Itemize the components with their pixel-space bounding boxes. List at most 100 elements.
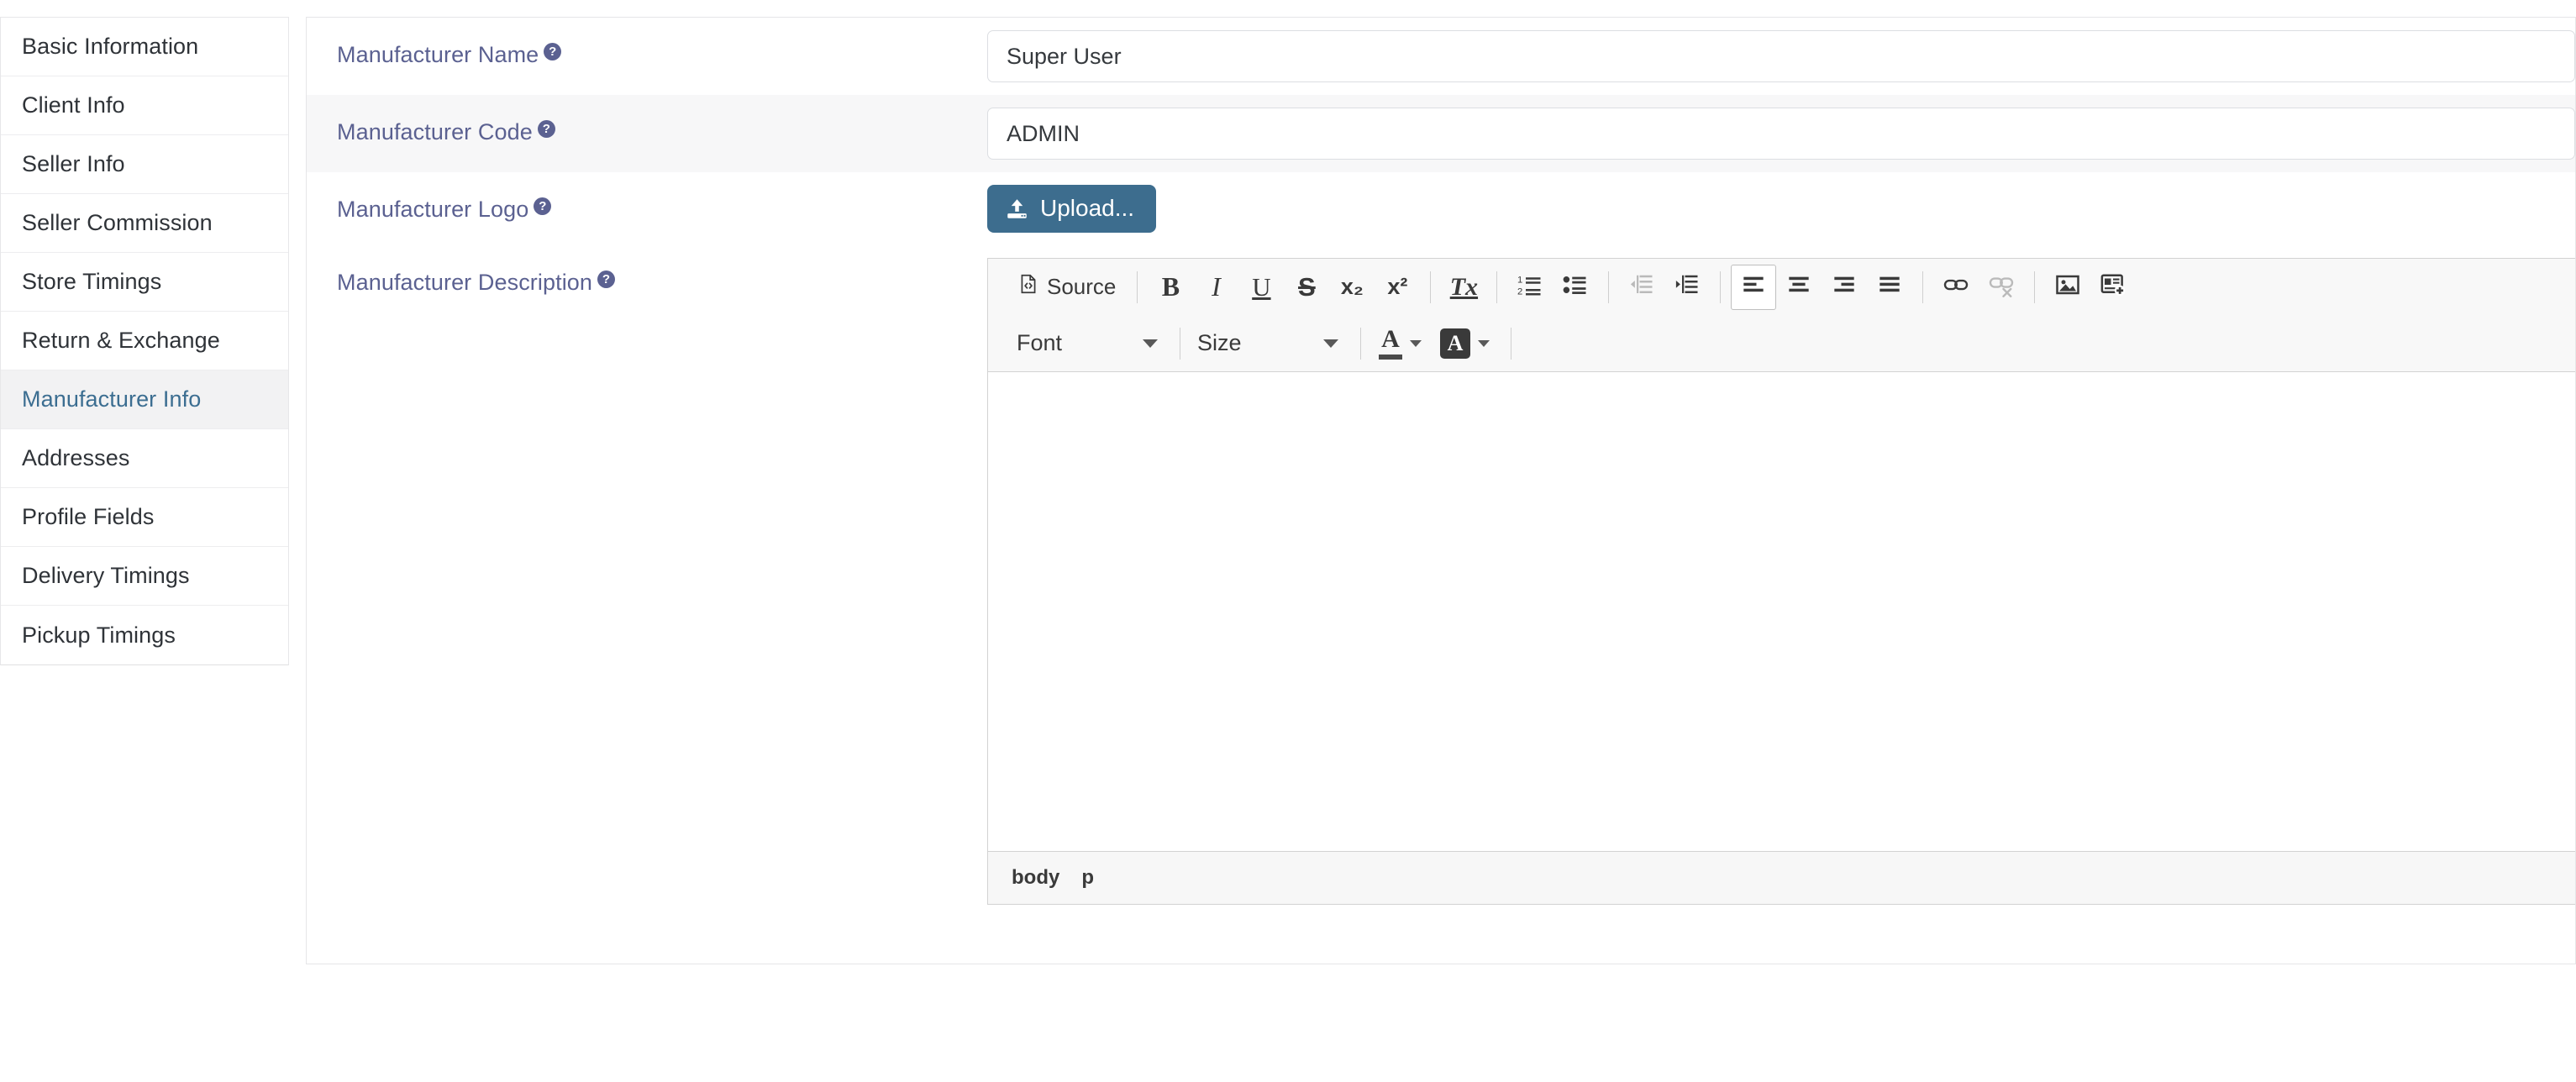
upload-icon	[1006, 197, 1028, 220]
toolbar-separator	[1496, 270, 1498, 303]
link-button[interactable]	[1933, 265, 1979, 310]
toolbar-separator	[1720, 270, 1722, 303]
source-icon	[1017, 273, 1039, 301]
upload-button[interactable]: Upload...	[987, 185, 1157, 233]
chevron-down-icon	[1143, 339, 1158, 348]
superscript-button[interactable]: x²	[1375, 265, 1420, 310]
template-button[interactable]	[2090, 265, 2136, 310]
align-right-button[interactable]	[1822, 265, 1867, 310]
element-path-body[interactable]: body	[1012, 866, 1059, 890]
sidebar-item-label: Store Timings	[22, 269, 162, 294]
form-row-manufacturer-description: Manufacturer Description? Source B I U S…	[307, 245, 2575, 917]
align-left-icon	[1742, 273, 1765, 301]
manufacturer-logo-label-text: Manufacturer Logo	[337, 197, 529, 222]
background-color-button[interactable]: A	[1433, 321, 1501, 366]
sidebar-item-label: Manufacturer Info	[22, 386, 202, 412]
align-justify-button[interactable]	[1867, 265, 1912, 310]
font-size-dropdown[interactable]: Size	[1191, 321, 1350, 366]
outdent-button[interactable]	[1619, 265, 1664, 310]
sidebar-item-profile-fields[interactable]: Profile Fields	[1, 488, 288, 547]
help-icon[interactable]: ?	[537, 120, 555, 138]
sidebar-item-client-info[interactable]: Client Info	[1, 76, 288, 135]
toolbar-separator	[1430, 270, 1432, 303]
manufacturer-name-label: Manufacturer Name?	[307, 18, 987, 68]
sidebar-list: Basic Information Client Info Seller Inf…	[0, 17, 289, 665]
svg-text:2: 2	[1517, 286, 1522, 297]
unlink-icon	[1989, 272, 2014, 302]
sidebar-item-return-and-exchange[interactable]: Return & Exchange	[1, 312, 288, 370]
sidebar-item-addresses[interactable]: Addresses	[1, 429, 288, 488]
manufacturer-code-input[interactable]	[987, 108, 2575, 160]
bold-button[interactable]: B	[1148, 265, 1193, 310]
main-content: Manufacturer Name? Manufacturer Code? Ma…	[289, 0, 2576, 964]
sidebar-item-label: Seller Info	[22, 151, 125, 176]
strikethrough-button[interactable]: S	[1284, 265, 1329, 310]
sidebar-item-pickup-timings[interactable]: Pickup Timings	[1, 606, 288, 664]
sidebar-item-label: Delivery Timings	[22, 563, 190, 588]
italic-button[interactable]: I	[1193, 265, 1238, 310]
manufacturer-description-label: Manufacturer Description?	[307, 245, 987, 296]
outdent-icon	[1629, 272, 1654, 302]
font-family-dropdown[interactable]: Font	[1010, 321, 1170, 366]
sidebar-item-store-timings[interactable]: Store Timings	[1, 253, 288, 312]
unlink-button[interactable]	[1979, 265, 2024, 310]
sidebar-item-seller-commission[interactable]: Seller Commission	[1, 194, 288, 253]
image-icon	[2055, 272, 2080, 302]
manufacturer-name-field-cell	[987, 18, 2575, 95]
toolbar-separator	[1608, 270, 1610, 303]
manufacturer-logo-label: Manufacturer Logo?	[307, 172, 987, 223]
source-button-label: Source	[1047, 274, 1117, 299]
editor-toolbar-row-1: Source B I U S x₂ x² Tx 1 2	[995, 259, 2575, 315]
chevron-down-icon	[1410, 339, 1422, 347]
font-family-label: Font	[1017, 330, 1063, 355]
sidebar-item-seller-info[interactable]: Seller Info	[1, 135, 288, 194]
underline-button[interactable]: U	[1238, 265, 1284, 310]
sidebar-item-label: Return & Exchange	[22, 328, 220, 353]
toolbar-separator	[1922, 270, 1924, 303]
element-path-p[interactable]: p	[1081, 866, 1094, 890]
image-button[interactable]	[2045, 265, 2090, 310]
sidebar-item-label: Seller Commission	[22, 210, 213, 235]
upload-button-label: Upload...	[1040, 195, 1135, 221]
sidebar-item-manufacturer-info[interactable]: Manufacturer Info	[1, 370, 288, 429]
sidebar-item-label: Profile Fields	[22, 504, 155, 529]
source-button[interactable]: Source	[1010, 265, 1127, 310]
manufacturer-description-label-text: Manufacturer Description	[337, 270, 593, 295]
help-icon[interactable]: ?	[544, 43, 562, 60]
manufacturer-name-label-text: Manufacturer Name	[337, 42, 539, 67]
remove-format-button[interactable]: Tx	[1441, 265, 1486, 310]
font-size-label: Size	[1197, 330, 1242, 355]
subscript-button[interactable]: x₂	[1329, 265, 1375, 310]
toolbar-separator	[2034, 270, 2036, 303]
numbered-list-button[interactable]: 1 2	[1507, 265, 1553, 310]
italic-icon: I	[1212, 271, 1221, 302]
align-right-icon	[1832, 273, 1856, 301]
settings-sidebar: Basic Information Client Info Seller Inf…	[0, 0, 289, 665]
help-icon[interactable]: ?	[534, 197, 552, 215]
text-color-letter: A	[1381, 325, 1400, 353]
sidebar-item-basic-information[interactable]: Basic Information	[1, 18, 288, 76]
superscript-icon: x²	[1387, 274, 1408, 299]
template-icon	[2100, 272, 2126, 302]
align-left-button[interactable]	[1731, 264, 1777, 310]
text-color-button[interactable]: A	[1371, 321, 1433, 366]
bold-icon: B	[1161, 271, 1180, 302]
sidebar-item-delivery-timings[interactable]: Delivery Timings	[1, 547, 288, 606]
manufacturer-code-label-text: Manufacturer Code	[337, 119, 533, 144]
sidebar-item-label: Pickup Timings	[22, 622, 176, 648]
manufacturer-code-label: Manufacturer Code?	[307, 95, 987, 145]
chevron-down-icon	[1323, 339, 1338, 348]
editor-content-area[interactable]	[988, 372, 2575, 851]
editor-toolbar-row-2: Font Size A A	[995, 315, 2575, 371]
sidebar-item-label: Client Info	[22, 92, 125, 118]
remove-format-icon: Tx	[1449, 272, 1479, 301]
bulleted-list-button[interactable]	[1553, 265, 1598, 310]
subscript-icon: x₂	[1340, 274, 1364, 299]
indent-button[interactable]	[1664, 265, 1710, 310]
align-center-button[interactable]	[1776, 265, 1822, 310]
underline-icon: U	[1252, 271, 1271, 302]
rich-text-editor: Source B I U S x₂ x² Tx 1 2 Font Size A …	[987, 258, 2575, 905]
form-row-manufacturer-code: Manufacturer Code?	[307, 95, 2575, 172]
help-icon[interactable]: ?	[597, 270, 616, 288]
manufacturer-name-input[interactable]	[987, 30, 2575, 82]
